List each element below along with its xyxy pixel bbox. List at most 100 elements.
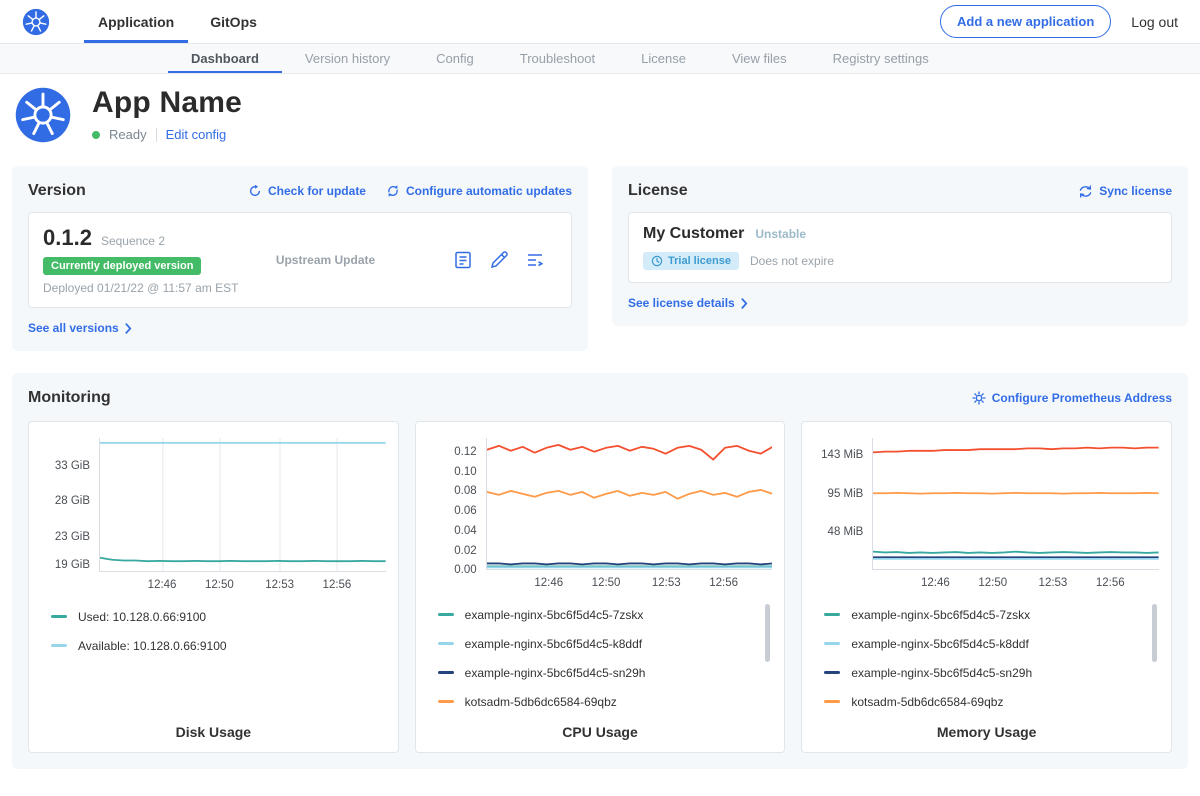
subnav-item-config[interactable]: Config xyxy=(413,44,497,73)
legend-item: example-nginx-5bc6f5d4c5-7zskx xyxy=(438,600,773,629)
release-notes-icon[interactable] xyxy=(453,250,473,270)
configure-automatic-updates-label: Configure automatic updates xyxy=(406,184,572,198)
license-type-badge: Trial license xyxy=(643,252,739,270)
legend-swatch-icon xyxy=(51,644,67,647)
chart-series-line xyxy=(487,445,773,460)
legend-label: example-nginx-5bc6f5d4c5-k8ddf xyxy=(465,637,642,651)
edit-config-link[interactable]: Edit config xyxy=(166,127,227,142)
cards-row: Version Check for update xyxy=(0,160,1200,351)
legend-item: Available: 10.128.0.66:9100 xyxy=(51,631,386,660)
see-all-versions-link[interactable]: See all versions xyxy=(28,321,572,335)
deploy-logs-icon[interactable] xyxy=(525,250,545,270)
chart-legend-items: example-nginx-5bc6f5d4c5-7zskx example-ng… xyxy=(438,600,773,716)
subnav-item-troubleshoot[interactable]: Troubleshoot xyxy=(497,44,618,73)
sync-icon xyxy=(1078,185,1093,198)
monitoring-title: Monitoring xyxy=(28,389,111,407)
current-version-box: 0.1.2 Sequence 2 Currently deployed vers… xyxy=(28,212,572,308)
license-card: License Sync license My Customer Unstabl… xyxy=(612,166,1188,326)
x-tick-label: 12:50 xyxy=(978,577,1007,589)
gear-icon xyxy=(972,391,986,405)
y-tick-label: 48 MiB xyxy=(828,526,864,538)
chart-legend: Used: 10.128.0.66:9100 Available: 10.128.… xyxy=(41,602,386,716)
x-tick-label: 12:50 xyxy=(592,577,621,589)
chart-plot xyxy=(99,438,386,572)
customer-name: My Customer xyxy=(643,225,744,243)
sync-license-label: Sync license xyxy=(1099,184,1172,198)
legend-item: example-nginx-5bc6f5d4c5-k8ddf xyxy=(824,629,1159,658)
y-tick-label: 0.10 xyxy=(454,466,476,478)
top-nav-item-gitops[interactable]: GitOps xyxy=(196,0,271,43)
x-tick-label: 12:46 xyxy=(921,577,950,589)
subnav-item-registry-settings[interactable]: Registry settings xyxy=(810,44,952,73)
configure-automatic-updates-link[interactable]: Configure automatic updates xyxy=(386,184,572,198)
app-icon xyxy=(14,86,72,144)
refresh-icon xyxy=(248,184,262,198)
memory-usage-chart: 143 MiB95 MiB48 MiB 12:4612:5012:5312:56… xyxy=(801,421,1172,753)
divider xyxy=(156,128,157,142)
subnav-item-view-files[interactable]: View files xyxy=(709,44,810,73)
legend-label: example-nginx-5bc6f5d4c5-7zskx xyxy=(465,608,644,622)
status-dot-icon xyxy=(92,131,100,139)
legend-swatch-icon xyxy=(51,615,67,618)
upstream-update-label: Upstream Update xyxy=(276,253,375,267)
clock-icon xyxy=(651,255,663,267)
see-all-versions-label: See all versions xyxy=(28,321,119,335)
subnav-item-dashboard[interactable]: Dashboard xyxy=(168,44,282,73)
chart-title: CPU Usage xyxy=(428,716,773,740)
chart-series-line xyxy=(873,493,1159,494)
subnav-item-license[interactable]: License xyxy=(618,44,709,73)
license-expiration: Does not expire xyxy=(750,254,834,268)
page-title: App Name xyxy=(92,86,242,120)
legend-swatch-icon xyxy=(438,642,454,645)
app-header: App Name Ready Edit config xyxy=(0,74,1200,160)
edit-config-icon[interactable] xyxy=(489,250,509,270)
configure-prometheus-label: Configure Prometheus Address xyxy=(992,391,1172,405)
deployed-timestamp: Deployed 01/21/22 @ 11:57 am EST xyxy=(43,281,258,295)
chart-plot xyxy=(486,438,773,570)
y-axis-labels: 0.120.100.080.060.040.020.00 xyxy=(428,438,486,570)
check-for-update-link[interactable]: Check for update xyxy=(248,184,366,198)
configure-prometheus-link[interactable]: Configure Prometheus Address xyxy=(972,391,1172,405)
chart-series-line xyxy=(100,558,386,561)
y-tick-label: 0.12 xyxy=(454,446,476,458)
version-card-title: Version xyxy=(28,182,86,200)
legend-scrollbar[interactable] xyxy=(1152,604,1157,662)
legend-swatch-icon xyxy=(438,671,454,674)
kubernetes-logo-icon xyxy=(22,8,50,36)
chart-title: Disk Usage xyxy=(41,716,386,740)
x-tick-label: 12:56 xyxy=(709,577,738,589)
y-tick-label: 19 GiB xyxy=(55,559,90,571)
license-card-title: License xyxy=(628,182,688,200)
top-nav-item-application[interactable]: Application xyxy=(84,0,188,43)
version-number: 0.1.2 xyxy=(43,225,92,251)
x-axis-labels: 12:4612:5012:5312:56 xyxy=(872,570,1159,594)
legend-scrollbar[interactable] xyxy=(765,604,770,662)
legend-item: example-nginx-5bc6f5d4c5-sn29h xyxy=(824,658,1159,687)
see-license-details-link[interactable]: See license details xyxy=(628,296,1172,310)
check-for-update-label: Check for update xyxy=(268,184,366,198)
add-application-button[interactable]: Add a new application xyxy=(940,5,1111,38)
chart-series-line xyxy=(873,448,1159,453)
legend-swatch-icon xyxy=(824,613,840,616)
x-tick-label: 12:46 xyxy=(148,579,177,591)
y-tick-label: 0.00 xyxy=(454,564,476,576)
license-box: My Customer Unstable Trial license Does … xyxy=(628,212,1172,283)
sync-license-link[interactable]: Sync license xyxy=(1078,184,1172,198)
subnav-item-version-history[interactable]: Version history xyxy=(282,44,413,73)
y-tick-label: 95 MiB xyxy=(828,488,864,500)
version-sequence: Sequence 2 xyxy=(101,234,165,248)
version-card: Version Check for update xyxy=(12,166,588,351)
channel-label: Unstable xyxy=(755,227,806,241)
top-nav: Application GitOps xyxy=(84,0,271,43)
y-tick-label: 23 GiB xyxy=(55,531,90,543)
cpu-usage-chart: 0.120.100.080.060.040.020.00 12:4612:501… xyxy=(415,421,786,753)
legend-label: Used: 10.128.0.66:9100 xyxy=(78,610,206,624)
legend-swatch-icon xyxy=(824,642,840,645)
legend-swatch-icon xyxy=(824,700,840,703)
logout-button[interactable]: Log out xyxy=(1131,14,1178,30)
x-tick-label: 12:53 xyxy=(652,577,681,589)
chart-legend: example-nginx-5bc6f5d4c5-7zskx example-ng… xyxy=(428,600,773,716)
legend-label: Available: 10.128.0.66:9100 xyxy=(78,639,227,653)
y-tick-label: 0.04 xyxy=(454,525,476,537)
app-status: Ready xyxy=(109,127,147,142)
